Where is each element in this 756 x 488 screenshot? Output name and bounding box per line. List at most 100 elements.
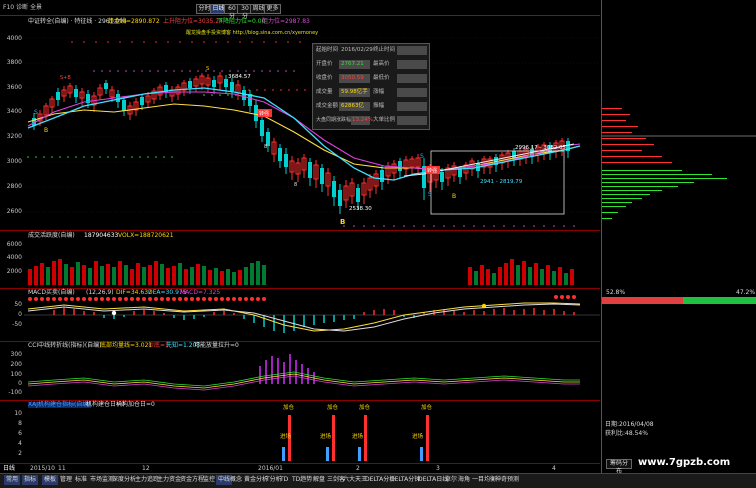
y-tick: 3800 xyxy=(6,59,22,66)
y-tick: -50 xyxy=(12,321,22,328)
x-tick: 4 xyxy=(552,465,556,472)
cci-panel[interactable]: CCI中线转折线(指标)(自编) 底部均量线=3.021 抄底=1 先知=1.2… xyxy=(0,342,600,401)
volume-bars-svg xyxy=(28,259,574,285)
indicator-resist: 阻力位=2987.83 xyxy=(262,18,310,25)
indicator-down-resist: 下降阻力位=0.00 xyxy=(217,18,266,25)
period-button-more[interactable]: 更多 xyxy=(264,4,281,14)
info-label: 涨幅 xyxy=(373,89,385,95)
tab-template[interactable]: 模板 xyxy=(42,475,59,485)
svg-text:8: 8 xyxy=(264,144,267,150)
tab-concept[interactable]: 概念 xyxy=(230,475,242,485)
range-stats-box: 起始时间 2016/02/29 终止时间 开盘价 2767.21 最高价 收盘价… xyxy=(312,43,430,130)
svg-text:转强: 转强 xyxy=(427,167,437,174)
y-tick: 50 xyxy=(14,301,22,308)
tab-gold[interactable]: 黄金分析 xyxy=(244,475,268,485)
tab-monitor[interactable]: 监控 xyxy=(203,475,215,485)
bottom-tab-bar: 常用 指标 模板 管理 标准 市场监测 深度分析 主力追踪 主力资金 资金方程 … xyxy=(0,473,756,488)
info-cell xyxy=(397,46,427,55)
info-label: 最低价 xyxy=(373,75,390,81)
y-tick: 0 xyxy=(18,380,22,387)
tab-predict[interactable]: 神奇预测 xyxy=(495,475,519,485)
svg-text:B: B xyxy=(340,218,345,226)
volume-panel[interactable]: 成交活跃度(自编) 187904633 VOLX=188720621 6000 … xyxy=(0,231,600,289)
x-tick: 2016/01 xyxy=(258,465,283,472)
y-tick: 4 xyxy=(18,440,22,447)
tab-tracking[interactable]: 主力追踪 xyxy=(135,475,159,485)
x-tick: 2 xyxy=(356,465,360,472)
tab-capital[interactable]: 主力资金 xyxy=(157,475,181,485)
tab-haijiao[interactable]: 海角 xyxy=(458,475,470,485)
tab-td[interactable]: TD xyxy=(280,475,288,485)
tab-equation[interactable]: 资金方程 xyxy=(180,475,204,485)
toolbar-diagnose[interactable]: 诊断 xyxy=(16,5,28,11)
chip-distribution-button[interactable]: 筹码分布 xyxy=(606,459,632,475)
signal-add-label: 加仓 xyxy=(327,405,339,411)
institution-svg xyxy=(282,415,429,461)
low-price-label: 2538.30 xyxy=(349,206,372,212)
info-label: 最高价 xyxy=(373,61,390,67)
info-label: 大单比例 xyxy=(373,117,396,123)
svg-text:S: S xyxy=(428,191,432,198)
y-tick: 10 xyxy=(14,410,22,417)
toolbar-f10[interactable]: F10 xyxy=(3,5,14,11)
signal-add-label: 加仓 xyxy=(283,405,295,411)
info-cell xyxy=(397,60,427,69)
tab-indicator[interactable]: 指标 xyxy=(22,475,39,485)
tab-common[interactable]: 常用 xyxy=(4,475,21,485)
tab-td-trend[interactable]: TD趋势 xyxy=(292,475,312,485)
profit-pct-left: 52.8% xyxy=(606,289,626,296)
tab-analysis[interactable]: 解盘 xyxy=(313,475,325,485)
chip-distribution-panel[interactable]: 52.8% 47.2% 日期:2016/04/08 获利比:48.54% 筹码分… xyxy=(601,0,756,475)
tab-market-monitor[interactable]: 市场监测 xyxy=(90,475,114,485)
tab-manage[interactable]: 管理 xyxy=(60,475,72,485)
tab-depth[interactable]: 深度分析 xyxy=(112,475,136,485)
info-label: 开盘价 xyxy=(316,61,333,67)
tab-delta-min[interactable]: DELTA分钟 xyxy=(390,475,420,485)
x-tick: 11 xyxy=(58,465,66,472)
cci-svg xyxy=(27,354,580,391)
profit-bar-right xyxy=(683,297,756,304)
signal-enter-label: 进场 xyxy=(412,434,424,440)
info-value: 13.24% xyxy=(352,117,373,123)
svg-text:B: B xyxy=(44,127,48,134)
y-tick: 3200 xyxy=(6,133,22,140)
svg-text:B: B xyxy=(452,193,456,200)
macd-panel[interactable]: MACD买卖(自编) (12,26,9) DIF=34.637 DEA=30.9… xyxy=(0,289,600,342)
tab-six[interactable]: 六大天王 xyxy=(343,475,367,485)
info-cell xyxy=(397,88,427,97)
signal-add-label: 加仓 xyxy=(359,405,371,411)
toolbar-overview[interactable]: 全景 xyxy=(30,5,42,11)
info-label: 振幅 xyxy=(373,103,385,109)
tab-standard[interactable]: 标准 xyxy=(75,475,87,485)
high-price-label: 3684.57 xyxy=(228,74,251,80)
y-tick: 2800 xyxy=(6,183,22,190)
y-tick: 4000 xyxy=(6,254,22,261)
indicator-trend-gold: 趋金线=2890.872 xyxy=(108,18,160,25)
y-tick: 3600 xyxy=(6,84,22,91)
institution-panel[interactable]: XAJ机构建仓指标(自编) 机构建仓日=0 机构加仓日=0 10 8 6 4 2… xyxy=(0,401,600,463)
y-tick: 6 xyxy=(18,430,22,437)
tab-delta-day[interactable]: DELTA日线 xyxy=(418,475,448,485)
top-toolbar: F10 诊断 全景 分时 日线 60分 30分 周线 更多 xyxy=(0,0,600,20)
y-tick: 6000 xyxy=(6,241,22,248)
info-value: 2767.21 xyxy=(341,61,364,67)
svg-text:S: S xyxy=(420,153,424,160)
x-tick: 2015/10 xyxy=(30,465,55,472)
signal-enter-label: 进场 xyxy=(352,434,364,440)
svg-text:S+B: S+B xyxy=(60,75,71,81)
tab-zhuoer[interactable]: 卓尔 xyxy=(445,475,457,485)
tab-ichimoku[interactable]: 一目均衡 xyxy=(472,475,496,485)
x-axis-tag[interactable]: 日线 xyxy=(3,466,15,472)
y-tick: 0 xyxy=(18,311,22,318)
info-value: 2016/02/29 xyxy=(341,47,373,53)
main-chart-panel[interactable]: 中证转全(自编) · 特征线 · 2961.094 趋金线=2890.872 上… xyxy=(0,16,600,231)
chip-profit: 获利比:48.54% xyxy=(605,430,648,437)
svg-text:S: S xyxy=(34,109,38,116)
info-cell xyxy=(397,102,427,111)
y-tick: 300 xyxy=(10,351,22,358)
signal-enter-label: 进场 xyxy=(320,434,332,440)
range-label: 2996.17 - 3082.05 xyxy=(515,145,566,151)
svg-text:转强: 转强 xyxy=(259,110,269,117)
svg-text:S: S xyxy=(206,66,209,72)
y-tick: -100 xyxy=(8,389,22,396)
